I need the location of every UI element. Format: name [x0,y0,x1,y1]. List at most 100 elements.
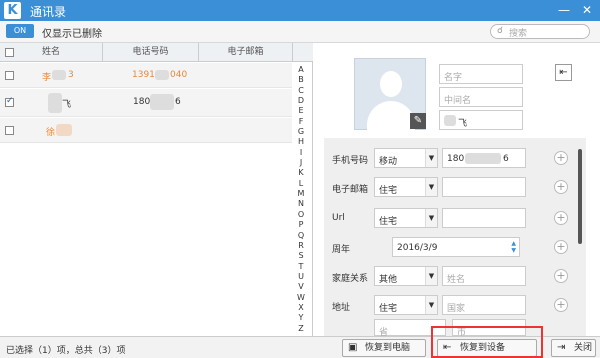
alphabet-index-letter[interactable]: R [296,241,306,251]
redacted-blur [155,70,169,80]
alphabet-index-letter[interactable]: N [296,199,306,209]
address-type-select[interactable]: 住宅 ▼ [374,295,438,315]
middle-name-field[interactable]: 中间名 [439,87,523,107]
column-header-phone: 电话号码 [103,43,199,62]
url-label: Url [332,213,345,223]
highlight-annotation [431,326,543,358]
exit-icon: ⇥ [557,342,566,353]
url-type-select[interactable]: 住宅 ▼ [374,208,438,228]
chevron-down-icon: ▼ [425,209,437,227]
contact-phone: 1391 [132,70,155,80]
export-contact-icon[interactable]: ⇤ [555,64,572,81]
close-window-button[interactable]: ✕ [578,2,596,18]
alphabet-index: ABCDEFGHIJKLMNOPQRSTUVWXYZ [296,65,306,334]
alphabet-index-letter[interactable]: S [296,251,306,261]
chevron-down-icon: ▼ [425,149,437,167]
url-field[interactable] [442,208,526,228]
row-checkbox[interactable] [5,126,14,135]
detail-scrollbar[interactable] [578,149,582,244]
email-field[interactable] [442,177,526,197]
alphabet-index-letter[interactable]: O [296,210,306,220]
alphabet-index-letter[interactable]: A [296,65,306,75]
deleted-only-toggle[interactable]: ON [6,24,34,38]
row-checkbox[interactable] [5,71,14,80]
first-name-field[interactable]: 名字 [439,64,523,84]
alphabet-index-letter[interactable]: P [296,220,306,230]
address-country-field[interactable]: 国家 [442,295,526,315]
add-date-icon[interactable]: + [554,240,568,254]
phone-type-select[interactable]: 移动 ▼ [374,148,438,168]
search-input[interactable]: ☌ 搜索 [490,24,590,39]
table-header: 姓名 电话号码 电子邮箱 [0,43,313,62]
column-header-email: 电子邮箱 [199,43,293,62]
app-logo: K [4,2,21,19]
alphabet-index-letter[interactable]: D [296,96,306,106]
toolbar: ON 仅显示已删除 ☌ 搜索 [0,21,600,43]
table-row[interactable]: 李 3 1391 040 [0,63,292,88]
restore-to-pc-button[interactable]: ▣ 恢复到电脑 [342,339,426,357]
contact-name: 飞 [62,100,72,110]
pencil-icon[interactable]: ✎ [410,113,426,129]
relation-name-field[interactable]: 姓名 [442,266,526,286]
alphabet-index-letter[interactable]: Y [296,313,306,323]
alphabet-index-letter[interactable]: F [296,117,306,127]
last-name-field[interactable]: 飞 [439,110,523,130]
alphabet-index-letter[interactable]: H [296,137,306,147]
table-row[interactable]: 徐 [0,118,292,143]
relation-type-select[interactable]: 其他 ▼ [374,266,438,286]
minimize-button[interactable]: — [555,2,573,18]
close-button[interactable]: ⇥ 关闭 [551,339,596,357]
add-url-icon[interactable]: + [554,211,568,225]
redacted-blur [465,153,501,164]
title-bar: K 通讯录 — ✕ [0,0,600,21]
alphabet-index-letter[interactable]: G [296,127,306,137]
chevron-down-icon: ▼ [425,267,437,285]
redacted-blur [52,70,66,80]
anniversary-date-field[interactable]: 2016/3/9 ▲ ▼ [392,237,520,257]
alphabet-index-letter[interactable]: T [296,262,306,272]
contact-detail-form: 手机号码 移动 ▼ 180 6 + 电子邮箱 住宅 ▼ + Url 住宅 ▼ +… [324,138,586,338]
search-placeholder: 搜索 [509,29,528,39]
alphabet-index-letter[interactable]: E [296,106,306,116]
alphabet-index-letter[interactable]: J [296,158,306,168]
contact-phone-tail: 6 [175,97,181,107]
alphabet-index-letter[interactable]: U [296,272,306,282]
alphabet-index-letter[interactable]: Q [296,231,306,241]
contact-name-tail: 3 [68,70,74,80]
redacted-blur [56,124,72,136]
window-title: 通讯录 [30,5,67,19]
alphabet-index-letter[interactable]: C [296,86,306,96]
phone-field[interactable]: 180 6 [442,148,526,168]
redacted-blur [444,115,456,126]
avatar-body-shape [367,101,415,131]
anniversary-label: 周年 [332,245,351,255]
add-email-icon[interactable]: + [554,180,568,194]
computer-icon: ▣ [348,342,358,353]
contact-phone-tail: 040 [170,70,188,80]
alphabet-index-letter[interactable]: I [296,148,306,158]
avatar-head-shape [380,71,402,97]
email-type-select[interactable]: 住宅 ▼ [374,177,438,197]
alphabet-index-letter[interactable]: V [296,282,306,292]
table-row[interactable]: 飞 180 6 [0,89,292,117]
contact-editor-panel: ✎ 名字 中间名 飞 ⇤ 手机号码 移动 ▼ 180 6 + 电子邮箱 住宅 ▼… [314,43,600,338]
date-spinner-icon[interactable]: ▲ ▼ [511,240,516,254]
alphabet-index-letter[interactable]: Z [296,324,306,334]
alphabet-index-letter[interactable]: X [296,303,306,313]
address-label: 地址 [332,303,351,313]
contact-name: 徐 [46,128,56,138]
alphabet-index-letter[interactable]: W [296,293,306,303]
column-header-name: 姓名 [0,43,103,62]
relation-label: 家庭关系 [332,274,369,284]
alphabet-index-letter[interactable]: M [296,189,306,199]
redacted-blur [48,93,62,113]
alphabet-index-letter[interactable]: L [296,179,306,189]
add-relation-icon[interactable]: + [554,269,568,283]
add-phone-icon[interactable]: + [554,151,568,165]
add-address-icon[interactable]: + [554,298,568,312]
alphabet-index-letter[interactable]: B [296,75,306,85]
alphabet-index-letter[interactable]: K [296,168,306,178]
redacted-blur [150,94,174,110]
row-checkbox[interactable] [5,96,14,107]
contact-phone: 180 [133,97,151,107]
